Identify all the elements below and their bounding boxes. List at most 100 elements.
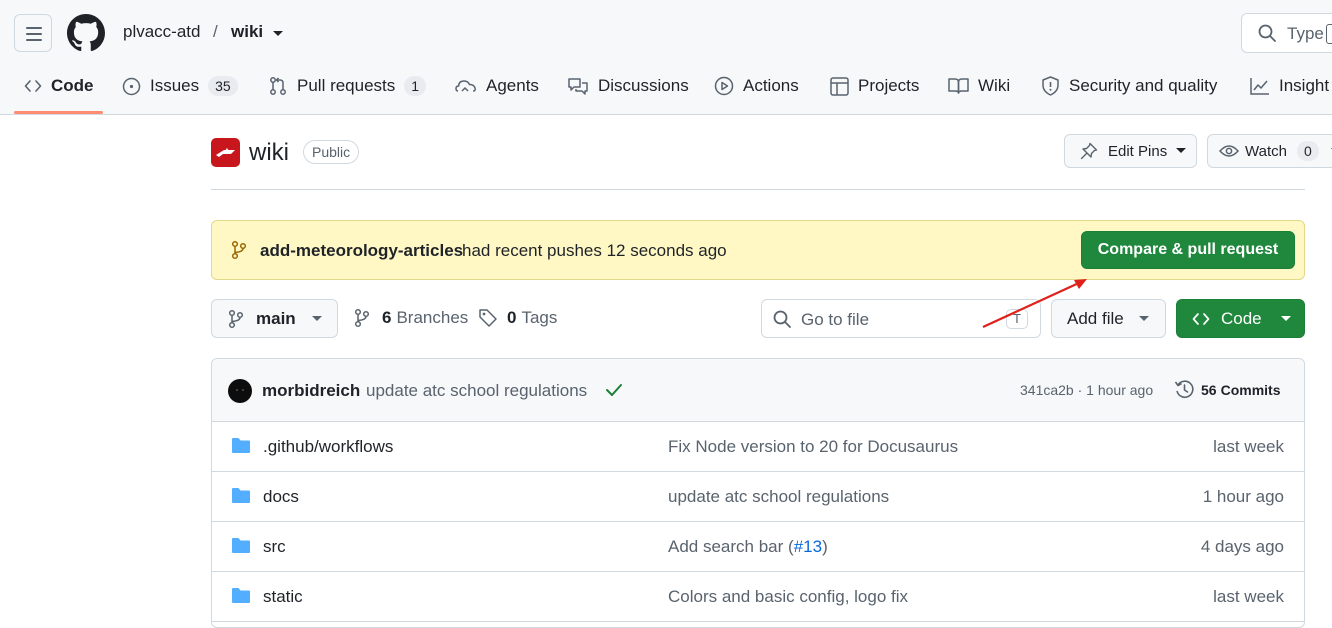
repo-link[interactable]: wiki <box>231 22 263 42</box>
file-age: last week <box>1213 437 1284 456</box>
repo-avatar <box>211 138 240 167</box>
issue-link[interactable]: #13 <box>794 537 822 556</box>
tab-label: Code <box>51 76 94 95</box>
table-row[interactable]: docs update atc school regulations 1 hou… <box>212 472 1304 522</box>
pull-request-icon <box>270 77 286 95</box>
file-commit-message[interactable]: update atc school regulations <box>668 487 889 507</box>
divider <box>211 189 1305 190</box>
chevron-down-icon <box>1280 315 1291 321</box>
code-icon <box>24 80 42 92</box>
latest-commit-bar: morbidreich update atc school regulation… <box>212 359 1304 422</box>
tab-agents[interactable]: Agents <box>455 68 539 104</box>
menu-icon-bar <box>26 39 42 41</box>
path-separator: / <box>213 22 218 41</box>
github-logo-icon[interactable] <box>67 14 105 52</box>
tab-pull-requests[interactable]: Pull requests 1 <box>268 68 427 104</box>
watch-label: Watch <box>1245 142 1287 160</box>
owner-link[interactable]: plvacc-atd <box>123 22 200 42</box>
tab-label: Discussions <box>598 76 689 95</box>
pin-icon <box>1080 142 1098 160</box>
tab-label: Projects <box>858 76 920 95</box>
file-name[interactable]: src <box>263 537 286 557</box>
table-row[interactable]: src Add search bar (#13) 4 days ago <box>212 522 1304 572</box>
tab-wiki[interactable]: Wiki <box>948 68 1010 104</box>
branches-label: Branches <box>396 308 469 327</box>
file-commit-message[interactable]: Colors and basic config, logo fix <box>668 587 908 607</box>
commit-message[interactable]: update atc school regulations <box>366 381 587 401</box>
annotation-arrow <box>975 272 1095 332</box>
folder-icon <box>232 588 250 603</box>
avatar[interactable] <box>228 379 252 403</box>
message-text: ) <box>822 537 828 556</box>
folder-icon <box>232 438 250 453</box>
agents-icon <box>455 80 476 92</box>
folder-icon <box>232 488 250 503</box>
tab-insights[interactable]: Insight <box>1250 68 1329 104</box>
file-name[interactable]: .github/workflows <box>263 437 393 457</box>
file-age: last week <box>1213 587 1284 606</box>
file-name[interactable]: docs <box>263 487 299 507</box>
tab-actions[interactable]: Actions <box>714 68 799 104</box>
code-button[interactable]: Code <box>1176 299 1305 338</box>
branches-count: 6 <box>382 308 392 327</box>
discussions-icon <box>568 77 588 95</box>
go-to-file-placeholder: Go to file <box>801 310 870 329</box>
branch-icon <box>354 308 370 328</box>
tags-count: 0 <box>507 308 517 327</box>
tags-link[interactable]: 0 Tags <box>478 308 557 328</box>
tab-label: Pull requests <box>297 76 396 95</box>
commits-label: Commits <box>1220 381 1281 398</box>
edit-pins-label: Edit Pins <box>1108 142 1168 160</box>
folder-icon <box>232 538 250 553</box>
commit-hash-time[interactable]: 341ca2b · 1 hour ago <box>1020 382 1153 398</box>
menu-button[interactable] <box>14 14 52 52</box>
global-header: plvacc-atd / wiki Type Code Issues 35 Pu… <box>0 0 1332 115</box>
edit-pins-button[interactable]: Edit Pins <box>1064 134 1197 168</box>
file-browser: morbidreich update atc school regulation… <box>211 358 1305 628</box>
compare-pull-request-button[interactable]: Compare & pull request <box>1081 231 1295 269</box>
branch-icon <box>231 240 247 260</box>
eye-icon <box>1219 145 1239 157</box>
pull-requests-counter: 1 <box>404 76 427 96</box>
branches-link[interactable]: 6 Branches <box>354 308 468 328</box>
tags-label: Tags <box>521 308 558 327</box>
search-icon <box>773 310 791 328</box>
file-commit-message[interactable]: Fix Node version to 20 for Docusaurus <box>668 437 958 457</box>
check-icon[interactable] <box>605 383 623 397</box>
tab-projects[interactable]: Projects <box>830 68 919 104</box>
pushed-branch-name[interactable]: add-meteorology-articles <box>260 241 463 261</box>
file-age: 1 hour ago <box>1202 487 1284 506</box>
commit-author[interactable]: morbidreich <box>262 381 360 401</box>
tab-label: Security and quality <box>1069 76 1218 95</box>
branch-name: main <box>256 308 296 328</box>
shield-icon <box>1042 76 1059 96</box>
banner-text: had recent pushes 12 seconds ago <box>462 241 727 260</box>
menu-icon <box>26 27 42 29</box>
chevron-down-icon <box>1138 315 1149 321</box>
code-icon <box>1192 312 1210 325</box>
watch-button[interactable]: Watch 0 <box>1207 134 1332 168</box>
tab-security[interactable]: Security and quality <box>1041 68 1217 104</box>
issue-icon <box>122 77 141 95</box>
file-commit-message[interactable]: Add search bar (#13) <box>668 537 828 557</box>
tab-issues[interactable]: Issues 35 <box>122 68 238 104</box>
selected-tab-indicator <box>14 111 103 114</box>
table-row[interactable]: static Colors and basic config, logo fix… <box>212 572 1304 622</box>
issues-counter: 35 <box>208 76 238 96</box>
table-row[interactable]: .github/workflows Fix Node version to 20… <box>212 422 1304 472</box>
branch-select-button[interactable]: main <box>211 299 338 338</box>
message-text: Add search bar ( <box>668 537 794 556</box>
tab-discussions[interactable]: Discussions <box>567 68 689 104</box>
compare-pull-request-label: Compare & pull request <box>1097 241 1279 258</box>
tag-icon <box>479 309 497 327</box>
menu-icon-bar <box>26 33 42 35</box>
tab-code[interactable]: Code <box>24 68 94 104</box>
global-search[interactable]: Type <box>1241 13 1332 53</box>
commits-link[interactable]: 56 Commits <box>1174 379 1280 400</box>
branch-icon <box>228 309 244 328</box>
file-age: 4 days ago <box>1200 537 1284 556</box>
repo-dropdown-icon[interactable] <box>272 30 284 38</box>
repo-title[interactable]: wiki <box>249 139 289 167</box>
graph-icon <box>1250 78 1269 95</box>
file-name[interactable]: static <box>263 587 303 607</box>
